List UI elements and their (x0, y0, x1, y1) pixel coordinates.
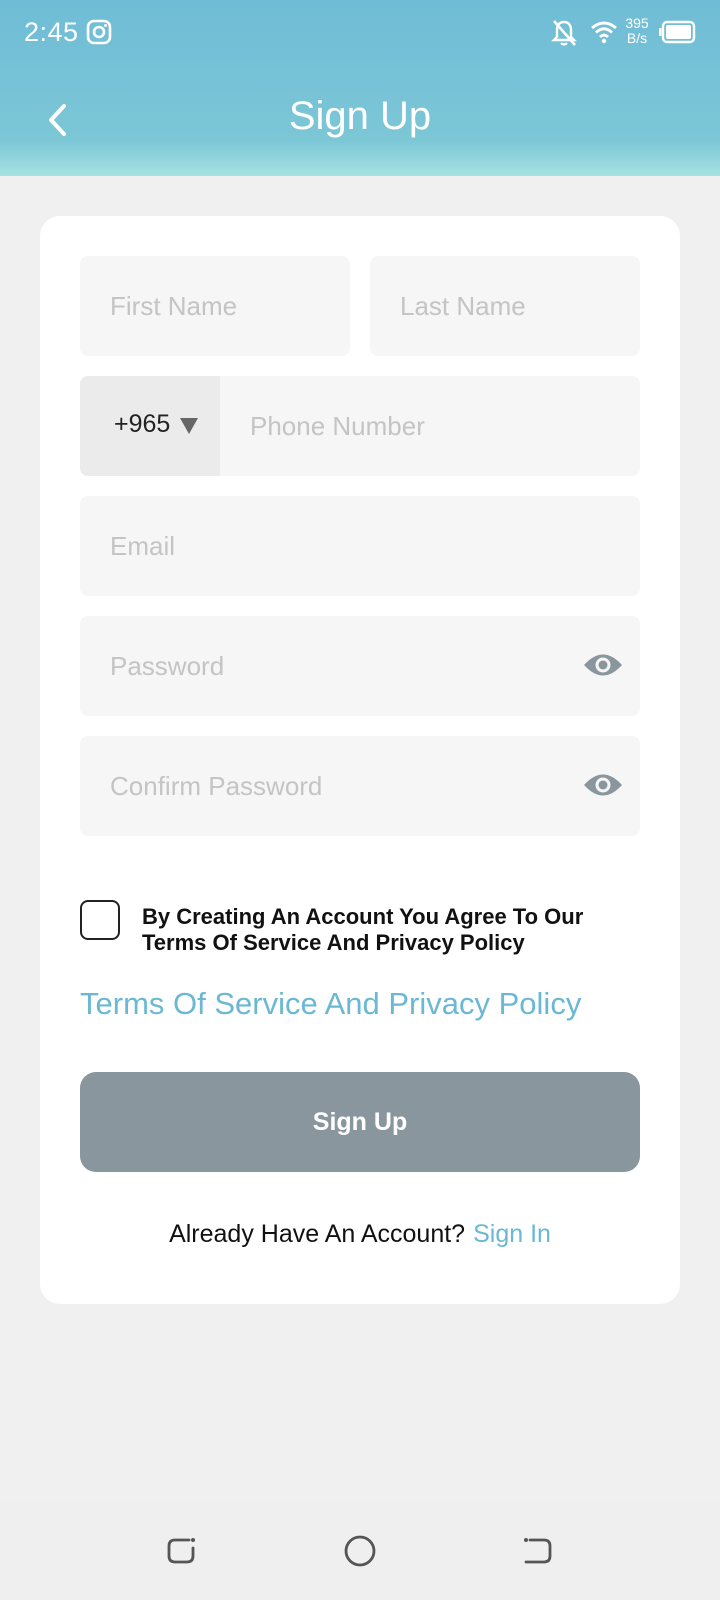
header-bar: 2:45 395 B/s Sign Up (0, 0, 720, 176)
first-name-field[interactable] (80, 256, 350, 356)
password-field[interactable] (80, 616, 640, 716)
email-field[interactable] (80, 496, 640, 596)
recent-apps-icon[interactable] (163, 1532, 201, 1570)
instagram-icon (86, 19, 112, 45)
country-code-select[interactable]: +965 (80, 376, 220, 476)
eye-icon[interactable] (582, 770, 624, 800)
phone-field[interactable]: +965 (80, 376, 640, 476)
country-code-value: +965 (114, 410, 171, 438)
signup-form-card: +965 By Creating An Account You Agree To… (40, 216, 680, 1304)
notifications-off-icon (551, 20, 577, 46)
sign-in-link[interactable]: Sign In (473, 1220, 551, 1248)
last-name-field[interactable] (370, 256, 640, 356)
first-name-input[interactable] (80, 256, 350, 356)
agreement-text: By Creating An Account You Agree To Our … (142, 904, 584, 955)
wifi-icon (591, 21, 617, 44)
terms-privacy-link[interactable]: Terms Of Service And Privacy Policy (80, 986, 581, 1022)
password-input[interactable] (80, 616, 640, 716)
eye-icon[interactable] (582, 650, 624, 680)
network-speed-unit: B/s (626, 30, 648, 46)
agree-checkbox[interactable] (80, 900, 120, 940)
confirm-password-input[interactable] (80, 736, 640, 836)
network-speed-value: 395 (625, 15, 649, 31)
phone-number-input[interactable] (220, 376, 640, 476)
last-name-input[interactable] (370, 256, 640, 356)
page-title: Sign Up (288, 94, 432, 138)
sign-up-button[interactable]: Sign Up (80, 1072, 640, 1172)
already-have-account-text: Already Have An Account? (169, 1220, 466, 1248)
email-input[interactable] (80, 496, 640, 596)
status-bar: 2:45 395 B/s (0, 0, 720, 66)
status-time: 2:45 (24, 17, 79, 47)
battery-icon (659, 20, 696, 44)
system-nav-bar (0, 1502, 720, 1600)
already-have-account: Already Have An Account? Sign In (40, 1220, 680, 1249)
back-icon[interactable] (518, 1532, 556, 1570)
network-speed: 395 B/s (621, 16, 653, 46)
confirm-password-field[interactable] (80, 736, 640, 836)
home-icon[interactable] (341, 1532, 379, 1570)
dropdown-arrow-icon (180, 418, 198, 434)
